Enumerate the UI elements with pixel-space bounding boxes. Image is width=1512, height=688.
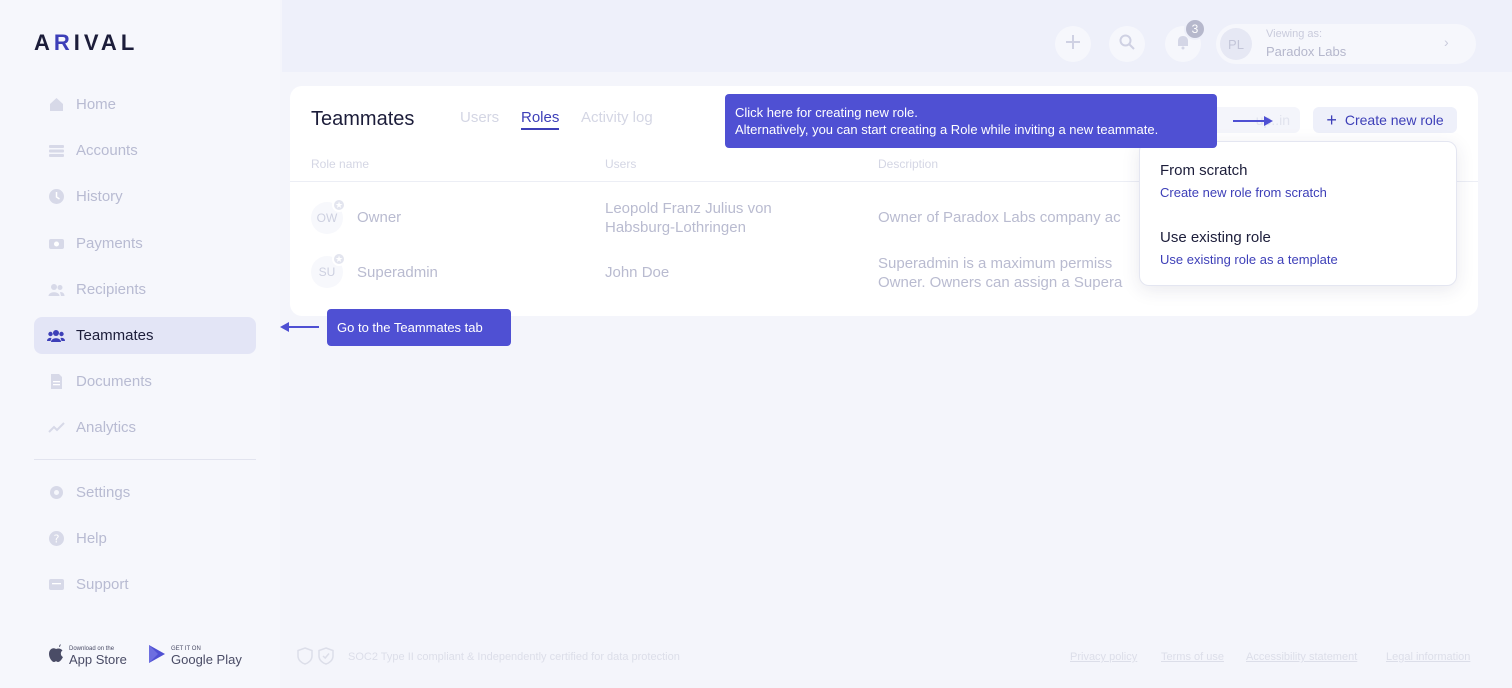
sidebar-item-accounts[interactable]: Accounts: [34, 132, 256, 169]
sidebar-item-documents[interactable]: Documents: [34, 363, 256, 400]
add-button[interactable]: [1055, 26, 1091, 62]
sidebar-item-help[interactable]: ? Help: [34, 520, 256, 557]
shield-check-icon: [318, 647, 334, 665]
sidebar-item-label: Recipients: [76, 280, 147, 298]
create-role-tooltip: Click here for creating new role. Altern…: [725, 94, 1217, 148]
sidebar-item-label: Help: [76, 530, 107, 548]
dropdown-item-subtitle: Create new role from scratch: [1160, 185, 1327, 200]
search-button[interactable]: [1109, 26, 1145, 62]
analytics-icon: [47, 419, 65, 437]
google-play-text: Google Play: [171, 652, 242, 667]
sidebar-item-payments[interactable]: Payments: [34, 225, 256, 262]
role-users: Leopold Franz Julius von: [605, 200, 772, 217]
sidebar: ARIVAL Home Accounts History Payments Re…: [0, 0, 280, 688]
create-new-role-button[interactable]: + Create new role: [1313, 107, 1457, 133]
role-description: Owner of Paradox Labs company ac: [878, 209, 1121, 226]
sidebar-item-history[interactable]: History: [34, 178, 256, 215]
sidebar-item-label: Home: [76, 96, 117, 113]
role-description: Superadmin is a maximum permiss: [878, 255, 1113, 272]
sidebar-item-label: History: [76, 188, 123, 206]
chevron-right-icon: ›: [1444, 34, 1449, 50]
tooltip-text: Alternatively, you can start creating a …: [735, 122, 1159, 137]
role-description-continued: Owner. Owners can assign a Supera: [878, 274, 1123, 291]
svg-text:?: ?: [53, 533, 59, 546]
privacy-policy-link[interactable]: Privacy policy: [1070, 651, 1137, 663]
dropdown-item-subtitle: Use existing role as a template: [1160, 252, 1338, 267]
logo-letters-rest: IVAL: [73, 30, 139, 55]
sidebar-item-label: Support: [76, 576, 129, 594]
teammates-tab-tooltip: Go to the Teammates tab: [327, 309, 511, 346]
app-store-button[interactable]: Download on the App Store: [48, 644, 127, 668]
logo-letter-r: R: [53, 30, 74, 55]
account-switcher[interactable]: PL Viewing as: Paradox Labs ›: [1216, 24, 1476, 64]
role-users: John Doe: [605, 264, 670, 281]
sidebar-item-analytics[interactable]: Analytics: [34, 409, 256, 446]
support-icon: [47, 576, 65, 594]
create-new-role-label: Create new role: [1344, 112, 1444, 128]
sidebar-item-support[interactable]: Support: [34, 566, 256, 603]
dropdown-item-title: From scratch: [1160, 162, 1248, 179]
arrow-right-icon: [1233, 116, 1273, 126]
primary-nav: Home Accounts History Payments Recipient…: [34, 86, 256, 456]
sidebar-item-label: Settings: [76, 484, 131, 501]
payments-icon: [47, 234, 65, 252]
role-name: Superadmin: [357, 264, 438, 281]
star-icon: ★: [332, 252, 346, 266]
sidebar-item-label: Accounts: [76, 142, 138, 160]
accessibility-statement-link[interactable]: Accessibility statement: [1246, 651, 1357, 663]
google-play-icon: [148, 644, 166, 669]
avatar: PL: [1220, 28, 1252, 60]
apple-icon: [48, 644, 64, 668]
sidebar-item-settings[interactable]: Settings: [34, 474, 256, 511]
search-icon: [1119, 34, 1135, 55]
logo-letter-a: A: [34, 30, 54, 55]
role-name: Owner: [357, 209, 402, 226]
plus-icon: [1065, 34, 1081, 55]
legal-information-link[interactable]: Legal information: [1386, 651, 1470, 663]
tab-activity-log[interactable]: Activity log: [581, 109, 653, 126]
tab-users[interactable]: Users: [460, 109, 499, 126]
sidebar-item-label: Teammates: [76, 326, 154, 344]
viewing-org-name: Paradox Labs: [1266, 44, 1347, 59]
column-header-role-name[interactable]: Role name: [311, 157, 369, 171]
star-icon: ★: [332, 198, 346, 212]
tab-roles[interactable]: Roles: [521, 109, 560, 130]
role-users-continued: Habsburg-Lothringen: [605, 219, 746, 236]
arrow-left-icon: [280, 322, 319, 332]
notifications-badge: 3: [1184, 18, 1206, 40]
help-icon: ?: [47, 530, 65, 548]
documents-icon: [47, 373, 65, 391]
column-header-users[interactable]: Users: [605, 157, 636, 171]
column-header-description[interactable]: Description: [878, 157, 938, 171]
compliance-text: SOC2 Type II compliant & Independently c…: [348, 651, 680, 663]
sidebar-item-recipients[interactable]: Recipients: [34, 271, 256, 308]
shield-icon: [297, 647, 313, 665]
sidebar-item-label: Documents: [76, 373, 152, 391]
secondary-nav: Settings ? Help Support: [34, 474, 256, 613]
history-icon: [47, 188, 65, 206]
terms-of-use-link[interactable]: Terms of use: [1161, 651, 1224, 663]
tooltip-text: Click here for creating new role.: [735, 105, 918, 120]
app-store-text: App Store: [69, 651, 127, 667]
sidebar-divider: [34, 459, 256, 460]
page-title: Teammates: [311, 108, 415, 130]
viewing-as-label: Viewing as:: [1266, 28, 1323, 40]
tooltip-text: Go to the Teammates tab: [337, 320, 483, 335]
home-icon: [47, 96, 65, 114]
sidebar-item-home[interactable]: Home: [34, 86, 256, 123]
accounts-icon: [47, 142, 65, 160]
recipients-icon: [47, 280, 65, 298]
plus-icon: +: [1326, 110, 1337, 130]
google-play-button[interactable]: GET IT ON Google Play: [148, 644, 242, 669]
dropdown-item-title: Use existing role: [1160, 229, 1271, 246]
teammates-icon: [47, 326, 65, 344]
create-role-dropdown: From scratch Create new role from scratc…: [1139, 141, 1457, 286]
sidebar-item-label: Payments: [76, 234, 143, 252]
gear-icon: [47, 484, 65, 502]
arival-logo[interactable]: ARIVAL: [34, 30, 138, 56]
sidebar-item-teammates[interactable]: Teammates: [34, 316, 256, 354]
sidebar-item-label: Analytics: [76, 419, 137, 437]
